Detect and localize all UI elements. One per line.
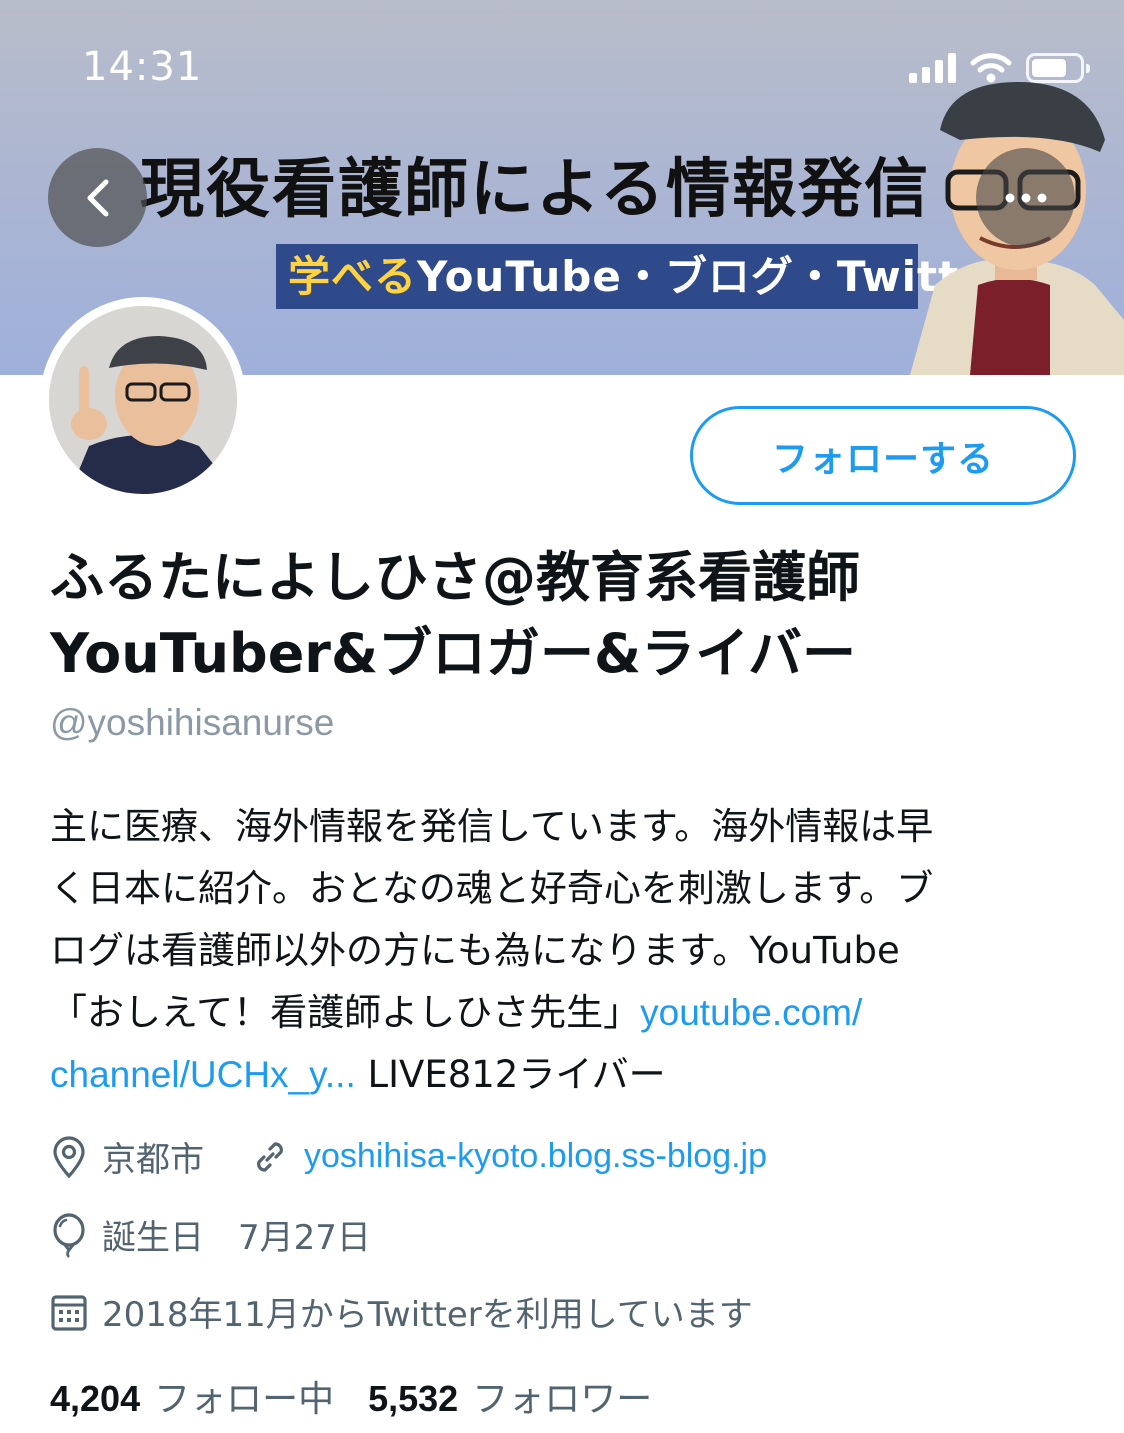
joined-date-text: 2018年11月からTwitterを利用しています [102,1295,753,1335]
followers-stat[interactable]: 5,532 フォロワー [368,1370,652,1422]
display-name-line1: ふるたによしひさ@教育系看護師 [50,546,860,609]
bio-line: channel/UCHx_y... LIVE812ライバー [50,1044,1080,1106]
avatar-image [49,306,237,494]
chevron-left-icon [87,179,108,216]
profile-bio: 主に医療、海外情報を発信しています。海外情報は早 く日本に紹介。おとなの魂と好奇… [50,796,1080,1106]
location-pin-icon [53,1135,85,1178]
bio-text: LIVE812ライバー [355,1053,666,1096]
username-handle: @yoshihisanurse [50,702,335,743]
calendar-icon [51,1294,87,1331]
balloon-icon [53,1212,85,1258]
website-link[interactable]: yoshihisa-kyoto.blog.ss-blog.jp [304,1137,767,1176]
profile-meta-location-row: 京都市 yoshihisa-kyoto.blog.ss-blog.jp [50,1132,767,1181]
following-stat[interactable]: 4,204 フォロー中 [50,1370,334,1422]
location-text: 京都市 [102,1140,204,1180]
birthday-text: 誕生日 7月27日 [102,1218,371,1258]
bio-line: ログは看護師以外の方にも為になります。YouTube [50,929,900,972]
profile-meta-birthday-row: 誕生日 7月27日 [50,1210,371,1259]
followers-count: 5,532 [368,1378,459,1419]
more-dots-icon [1005,193,1046,202]
follow-stats: 4,204 フォロー中 5,532 フォロワー [50,1370,652,1422]
profile-meta-joined-row: 2018年11月からTwitterを利用しています [50,1287,753,1336]
banner-subtitle-highlight: 学べる [288,252,418,301]
profile-avatar[interactable] [40,297,246,503]
link-icon [257,1141,283,1172]
bio-line: 主に医療、海外情報を発信しています。海外情報は早 [50,805,934,848]
following-label: フォロー中 [154,1379,335,1420]
bio-text: 「おしえて！看護師よしひさ先生」 [50,991,641,1034]
display-name: ふるたによしひさ@教育系看護師 YouTuber&ブロガー&ライバー [50,540,1090,692]
bio-youtube-link[interactable]: youtube.com/ [640,992,862,1033]
bio-line: く日本に紹介。おとなの魂と好奇心を刺激します。ブ [50,867,934,910]
follow-button[interactable]: フォローする [690,406,1076,505]
followers-label: フォロワー [472,1379,653,1420]
banner-title: 現役看護師による情報発信 [140,153,931,227]
display-name-line2: YouTuber&ブロガー&ライバー [50,622,857,685]
bio-line: 「おしえて！看護師よしひさ先生」youtube.com/ [50,982,1080,1044]
following-count: 4,204 [50,1378,141,1419]
more-options-button[interactable] [976,148,1075,247]
back-button[interactable] [48,148,147,247]
bio-youtube-link-cont[interactable]: channel/UCHx_y... [50,1054,356,1095]
banner-subtitle: 学べるYouTube・ブログ・Twitter [276,244,1009,309]
status-time: 14:31 [82,44,203,90]
